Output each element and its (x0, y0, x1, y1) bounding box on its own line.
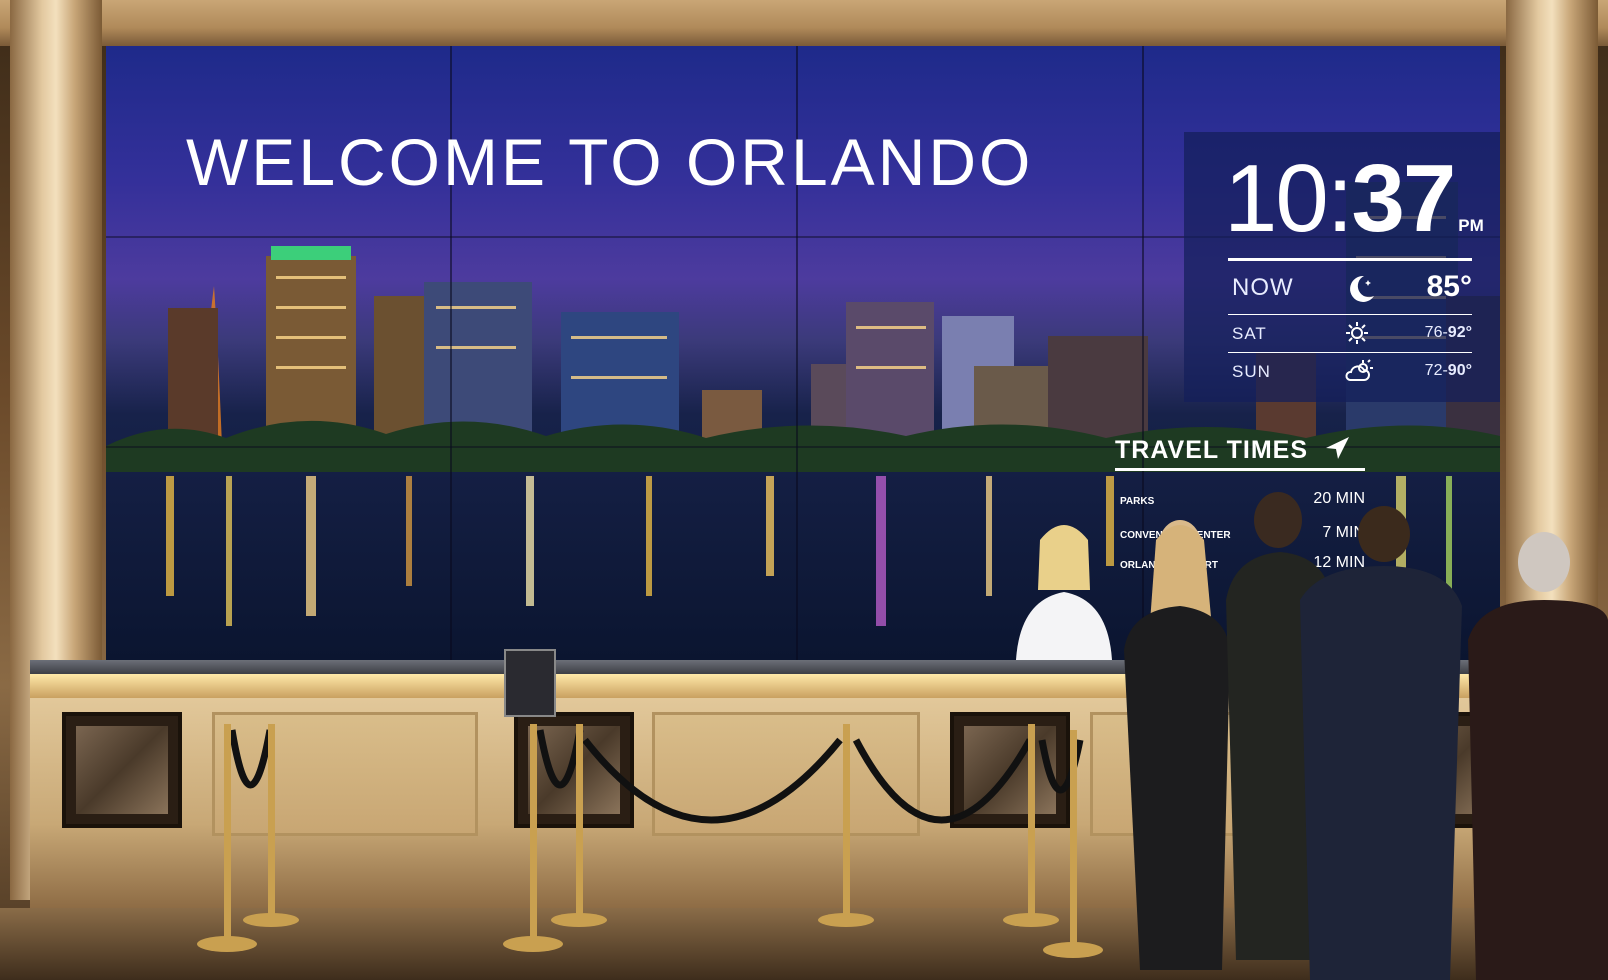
sign-stand (504, 649, 556, 717)
hotel-lobby-scene: WELCOME TO ORLANDO 10:37 PM NOW 85° SAT 7… (0, 0, 1608, 980)
guest-man-3 (1468, 532, 1608, 980)
receptionist (1016, 525, 1112, 660)
brass-stanchions (197, 724, 1103, 958)
guest-woman (1124, 520, 1230, 970)
lobby-foreground (197, 492, 1608, 980)
velvet-ropes (228, 729, 1084, 824)
